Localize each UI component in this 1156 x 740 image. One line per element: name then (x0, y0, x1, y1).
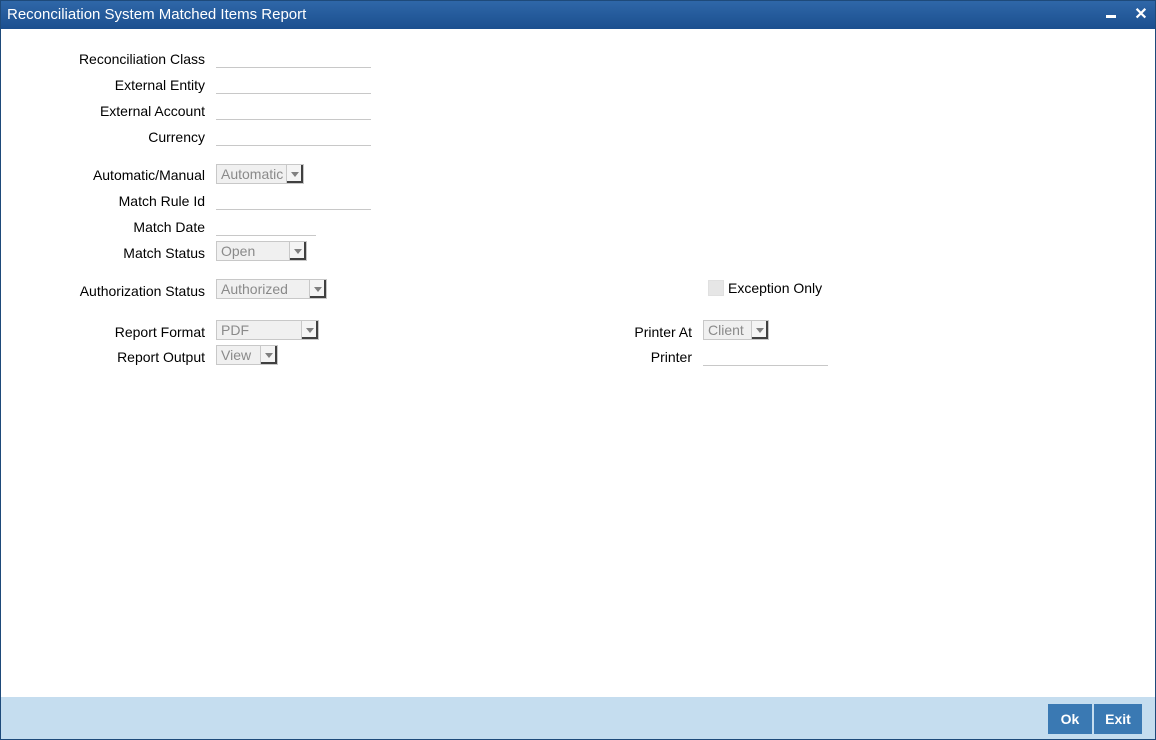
match-status-value: Open (221, 243, 256, 259)
currency-input[interactable] (216, 127, 371, 146)
external-account-label: External Account (99, 103, 205, 119)
report-format-select[interactable]: PDF (216, 320, 319, 340)
printer-at-value: Client (708, 322, 744, 338)
printer-label: Printer (650, 349, 692, 365)
external-entity-input[interactable] (216, 75, 371, 94)
close-icon[interactable]: ✕ (1131, 5, 1151, 25)
window-title: Reconciliation System Matched Items Repo… (7, 6, 307, 23)
chevron-down-icon[interactable] (309, 280, 326, 298)
ok-button[interactable]: Ok (1048, 704, 1092, 734)
reconciliation-class-label: Reconciliation Class (78, 51, 205, 67)
match-rule-id-label: Match Rule Id (118, 193, 205, 209)
minimize-icon[interactable] (1101, 5, 1121, 25)
title-bar: Reconciliation System Matched Items Repo… (1, 1, 1155, 29)
currency-label: Currency (148, 129, 205, 145)
report-format-value: PDF (221, 322, 249, 338)
match-date-label: Match Date (133, 219, 205, 235)
chevron-down-icon[interactable] (301, 321, 318, 339)
report-output-value: View (221, 347, 252, 363)
automatic-manual-select[interactable]: Automatic (216, 164, 304, 184)
authorization-status-select[interactable]: Authorized (216, 279, 327, 299)
chevron-down-icon[interactable] (289, 242, 306, 260)
report-window: Reconciliation System Matched Items Repo… (0, 0, 1156, 740)
automatic-manual-value: Automatic (221, 166, 284, 182)
printer-at-select[interactable]: Client (703, 320, 769, 340)
match-rule-id-input[interactable] (216, 191, 371, 210)
external-entity-label: External Entity (114, 77, 205, 93)
exception-only-label: Exception Only (728, 280, 823, 296)
exception-only-checkbox[interactable] (708, 280, 724, 296)
authorization-status-value: Authorized (221, 281, 288, 297)
match-status-label: Match Status (123, 245, 205, 261)
reconciliation-class-input[interactable] (216, 49, 371, 68)
match-date-input[interactable] (216, 217, 316, 236)
chevron-down-icon[interactable] (260, 346, 277, 364)
report-format-label: Report Format (114, 324, 205, 340)
printer-at-label: Printer At (634, 324, 692, 340)
chevron-down-icon[interactable] (286, 165, 303, 183)
exit-button[interactable]: Exit (1094, 704, 1142, 734)
authorization-status-label: Authorization Status (79, 283, 205, 299)
match-status-select[interactable]: Open (216, 241, 307, 261)
report-output-select[interactable]: View (216, 345, 278, 365)
automatic-manual-label: Automatic/Manual (92, 167, 205, 183)
report-output-label: Report Output (117, 349, 205, 365)
chevron-down-icon[interactable] (751, 321, 768, 339)
external-account-input[interactable] (216, 101, 371, 120)
printer-input[interactable] (703, 347, 828, 366)
footer-bar: Ok Exit (1, 697, 1155, 739)
